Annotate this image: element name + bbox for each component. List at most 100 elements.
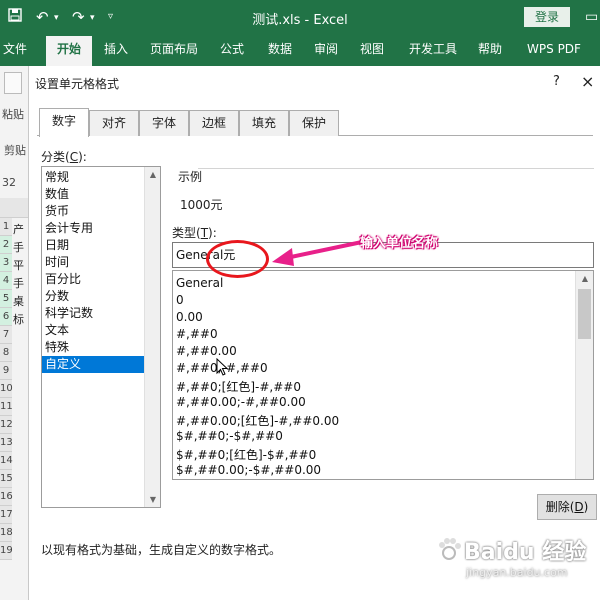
delete-button[interactable]: 删除(D) bbox=[537, 494, 597, 520]
category-item[interactable]: 货币 bbox=[42, 203, 144, 220]
ribbon-display-icon[interactable]: ▭ bbox=[585, 9, 598, 25]
format-scrollbar[interactable]: ▲ bbox=[575, 271, 593, 479]
format-cells-dialog: 设置单元格格式 ? × 数字 对齐 字体 边框 填充 保护 分类(C): 常规 … bbox=[28, 66, 600, 600]
category-item[interactable]: 百分比 bbox=[42, 271, 144, 288]
tab-protection[interactable]: 保护 bbox=[289, 110, 339, 136]
format-item[interactable]: $#,##0.00;-$#,##0.00 bbox=[176, 463, 321, 477]
row-number[interactable]: 13 bbox=[0, 434, 13, 452]
cell-value[interactable]: 手 bbox=[13, 275, 24, 291]
scroll-up-icon[interactable]: ▲ bbox=[576, 274, 593, 283]
row-number[interactable]: 9 bbox=[0, 362, 12, 380]
cell-value[interactable]: 平 bbox=[13, 257, 24, 273]
ribbon-tab-formulas[interactable]: 公式 bbox=[216, 36, 248, 66]
ribbon-tab-insert[interactable]: 插入 bbox=[100, 36, 132, 66]
tab-number[interactable]: 数字 bbox=[39, 108, 89, 137]
login-button[interactable]: 登录 bbox=[524, 7, 570, 27]
title-bar: ↶ ▾ ↷ ▾ ▿ 测试.xls - Excel 登录 ▭ bbox=[0, 0, 600, 36]
ribbon-tab-file[interactable]: 文件 bbox=[0, 36, 30, 66]
category-label: 分类(C): bbox=[41, 150, 87, 164]
annotation-arrow-icon bbox=[272, 240, 363, 266]
format-item[interactable]: #,##0 bbox=[176, 327, 218, 341]
format-item[interactable]: $#,##0;-$#,##0 bbox=[176, 429, 283, 443]
scroll-down-icon[interactable]: ▼ bbox=[145, 495, 161, 504]
annotation-text: 输入单位名称 bbox=[360, 236, 439, 251]
row-number[interactable]: 5 bbox=[0, 290, 12, 308]
category-item[interactable]: 分数 bbox=[42, 288, 144, 305]
row-number[interactable]: 6 bbox=[0, 308, 12, 326]
category-item[interactable]: 时间 bbox=[42, 254, 144, 271]
row-number[interactable]: 11 bbox=[0, 398, 13, 416]
format-item[interactable]: #,##0;[红色]-#,##0 bbox=[176, 378, 301, 395]
tab-border[interactable]: 边框 bbox=[189, 110, 239, 136]
category-item[interactable]: 常规 bbox=[42, 169, 144, 186]
row-number[interactable]: 17 bbox=[0, 506, 13, 524]
format-item[interactable]: #,##0.00;-#,##0.00 bbox=[176, 395, 306, 409]
cell-value[interactable]: 产 bbox=[13, 221, 24, 237]
row-number[interactable]: 15 bbox=[0, 470, 13, 488]
dialog-tabs: 数字 对齐 字体 边框 填充 保护 bbox=[37, 108, 593, 137]
cell-value[interactable]: 桌 bbox=[13, 293, 24, 309]
category-item[interactable]: 会计专用 bbox=[42, 220, 144, 237]
baidu-paw-icon bbox=[439, 538, 461, 560]
row-number[interactable]: 4 bbox=[0, 272, 12, 290]
row-number[interactable]: 1 bbox=[0, 218, 12, 236]
category-scrollbar[interactable]: ▲ ▼ bbox=[144, 167, 160, 507]
watermark-main: Baidu 经验 bbox=[464, 540, 587, 565]
category-item[interactable]: 日期 bbox=[42, 237, 144, 254]
format-item[interactable]: #,##0.00 bbox=[176, 344, 237, 358]
clipboard-label: 剪贴 bbox=[4, 144, 26, 157]
column-header bbox=[0, 198, 28, 218]
format-item[interactable]: 0.00 bbox=[176, 310, 203, 324]
row-number[interactable]: 10 bbox=[0, 380, 13, 398]
category-item[interactable]: 文本 bbox=[42, 322, 144, 339]
ribbon-tab-developer[interactable]: 开发工具 bbox=[404, 36, 462, 66]
row-number[interactable]: 2 bbox=[0, 236, 12, 254]
row-number[interactable]: 12 bbox=[0, 416, 13, 434]
dialog-title: 设置单元格格式 bbox=[35, 77, 120, 91]
row-number[interactable]: 8 bbox=[0, 344, 12, 362]
scroll-up-icon[interactable]: ▲ bbox=[145, 170, 161, 179]
ribbon-tabs: 文件 开始 插入 页面布局 公式 数据 审阅 视图 开发工具 帮助 WPS PD… bbox=[0, 36, 600, 66]
format-description: 以现有格式为基础，生成自定义的数字格式。 bbox=[41, 543, 282, 557]
paste-label: 粘贴 bbox=[2, 108, 24, 121]
ribbon-tab-data[interactable]: 数据 bbox=[264, 36, 296, 66]
ribbon-tab-home[interactable]: 开始 bbox=[46, 36, 92, 66]
category-item[interactable]: 科学记数 bbox=[42, 305, 144, 322]
name-box[interactable]: 32 bbox=[2, 176, 16, 189]
cell-value[interactable]: 手 bbox=[13, 239, 24, 255]
row-number[interactable]: 3 bbox=[0, 254, 12, 272]
close-button[interactable]: × bbox=[581, 72, 594, 91]
category-item-selected[interactable]: 自定义 bbox=[42, 356, 144, 373]
help-button[interactable]: ? bbox=[553, 74, 560, 89]
category-list[interactable]: 常规 数值 货币 会计专用 日期 时间 百分比 分数 科学记数 文本 特殊 自定… bbox=[41, 166, 161, 508]
ribbon-tab-help[interactable]: 帮助 bbox=[474, 36, 506, 66]
row-number[interactable]: 16 bbox=[0, 488, 13, 506]
ribbon-tab-wps-pdf[interactable]: WPS PDF bbox=[524, 36, 584, 66]
row-number[interactable]: 14 bbox=[0, 452, 13, 470]
category-item[interactable]: 数值 bbox=[42, 186, 144, 203]
row-number[interactable]: 18 bbox=[0, 524, 13, 542]
category-item[interactable]: 特殊 bbox=[42, 339, 144, 356]
row-number[interactable]: 19 bbox=[0, 542, 13, 560]
ribbon-tab-review[interactable]: 审阅 bbox=[310, 36, 342, 66]
format-item[interactable]: #,##0.00;[红色]-#,##0.00 bbox=[176, 412, 339, 429]
type-label: 类型(T): bbox=[172, 226, 217, 240]
watermark-sub: jingyan.baidu.com bbox=[466, 566, 568, 579]
tab-font[interactable]: 字体 bbox=[139, 110, 189, 136]
tab-alignment[interactable]: 对齐 bbox=[89, 110, 139, 136]
format-item[interactable]: $#,##0;[红色]-$#,##0 bbox=[176, 446, 316, 463]
row-number[interactable]: 7 bbox=[0, 326, 12, 344]
ribbon-tab-page-layout[interactable]: 页面布局 bbox=[146, 36, 202, 66]
format-item[interactable]: 0 bbox=[176, 293, 184, 307]
sample-value: 1000元 bbox=[180, 198, 223, 212]
paste-icon bbox=[4, 72, 22, 94]
tab-fill[interactable]: 填充 bbox=[239, 110, 289, 136]
ribbon-tab-view[interactable]: 视图 bbox=[356, 36, 388, 66]
cell-value[interactable]: 标 bbox=[13, 311, 24, 327]
scroll-thumb[interactable] bbox=[578, 289, 591, 339]
highlight-ellipse bbox=[206, 240, 269, 278]
format-item[interactable]: General bbox=[176, 276, 223, 290]
window-title: 测试.xls - Excel bbox=[252, 13, 348, 28]
baidu-watermark: Baidu 经验 jingyan.baidu.com bbox=[436, 530, 600, 590]
format-list[interactable]: General 0 0.00 #,##0 #,##0.00 #,##0;-#,#… bbox=[172, 270, 594, 480]
